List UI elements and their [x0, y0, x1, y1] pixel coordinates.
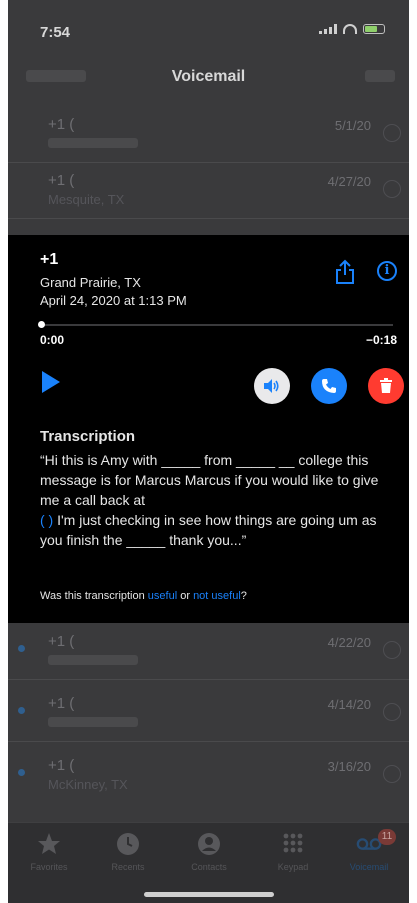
- voicemail-subtitle: [48, 655, 138, 665]
- speaker-icon: [264, 379, 279, 393]
- caller-location: Grand Prairie, TX: [40, 275, 141, 290]
- voicemail-row[interactable]: +1 ( 4/22/20: [8, 623, 409, 680]
- share-icon[interactable]: [333, 259, 357, 285]
- tab-recents[interactable]: Recents: [93, 831, 163, 872]
- info-icon[interactable]: [383, 641, 401, 659]
- tab-label: Contacts: [191, 862, 227, 872]
- keypad-icon: [280, 831, 306, 857]
- status-bar: 7:54: [8, 0, 409, 52]
- info-icon[interactable]: [383, 765, 401, 783]
- delete-button[interactable]: [368, 368, 404, 404]
- voicemail-row[interactable]: +1 ( Mesquite, TX 4/27/20: [8, 162, 409, 219]
- voicemail-badge: 11: [378, 829, 396, 845]
- voicemail-subtitle: Mesquite, TX: [48, 192, 125, 207]
- unread-dot: [18, 645, 25, 652]
- scrubber-handle[interactable]: [38, 321, 45, 328]
- voicemail-datetime: April 24, 2020 at 1:13 PM: [40, 293, 187, 308]
- voicemail-caller: +1 (: [48, 757, 75, 774]
- tab-label: Voicemail: [349, 862, 389, 872]
- voicemail-date: 4/22/20: [327, 635, 371, 650]
- play-icon[interactable]: [42, 371, 60, 393]
- transcription-text: “Hi this is Amy with _____ from _____ __…: [40, 452, 379, 548]
- voicemail-subtitle: McKinney, TX: [48, 777, 128, 792]
- tab-keypad[interactable]: Keypad: [258, 831, 328, 872]
- transcription-feedback: Was this transcription useful or not use…: [40, 590, 247, 602]
- wifi-icon: [343, 24, 357, 34]
- status-icons: [319, 24, 385, 34]
- call-back-button[interactable]: [311, 368, 347, 404]
- voicemail-caller: +1 (: [48, 172, 75, 189]
- playback-scrubber[interactable]: [40, 324, 393, 326]
- page-title: Voicemail: [171, 68, 246, 85]
- transcription-title: Transcription: [40, 428, 136, 445]
- phone-screen: 7:54 Voicemail +1 ( 5/1/20 +1 ( Mesquite…: [8, 0, 409, 903]
- phone-icon: [322, 379, 336, 393]
- voicemail-subtitle: [48, 717, 138, 727]
- voicemail-caller: +1 (: [48, 116, 75, 133]
- speaker-button[interactable]: [254, 368, 290, 404]
- voicemail-date: 4/27/20: [327, 174, 371, 189]
- voicemail-caller: +1 (: [48, 633, 75, 650]
- voicemail-subtitle: [48, 138, 138, 148]
- remaining-time: −0:18: [365, 333, 397, 347]
- tab-favorites[interactable]: Favorites: [14, 831, 84, 872]
- info-icon[interactable]: [383, 124, 401, 142]
- tab-bar: Favorites Recents Contacts Keypad 11 Voi…: [8, 822, 409, 903]
- voicemail-row[interactable]: +1 ( 4/14/20: [8, 685, 409, 742]
- not-useful-link[interactable]: not useful: [193, 590, 241, 602]
- unread-dot: [18, 769, 25, 776]
- info-icon[interactable]: [383, 703, 401, 721]
- useful-link[interactable]: useful: [148, 590, 177, 602]
- trash-icon: [380, 378, 392, 393]
- star-icon: [36, 831, 62, 857]
- tab-label: Recents: [111, 862, 145, 872]
- tab-label: Favorites: [30, 862, 68, 872]
- caller-number: +1: [40, 251, 59, 268]
- elapsed-time: 0:00: [40, 333, 65, 347]
- battery-icon: [363, 24, 385, 34]
- voicemail-date: 4/14/20: [327, 697, 371, 712]
- status-time: 7:54: [40, 24, 71, 41]
- edit-button[interactable]: [365, 70, 395, 82]
- unread-dot: [18, 707, 25, 714]
- expanded-voicemail: +1 Grand Prairie, TX April 24, 2020 at 1…: [8, 235, 409, 623]
- home-indicator[interactable]: [144, 892, 274, 897]
- voicemail-row[interactable]: +1 ( McKinney, TX 3/16/20: [8, 747, 409, 803]
- info-icon[interactable]: [383, 180, 401, 198]
- person-icon: [196, 831, 222, 857]
- phone-number-link[interactable]: ( ): [40, 512, 53, 528]
- tab-contacts[interactable]: Contacts: [174, 831, 244, 872]
- voicemail-date: 3/16/20: [327, 759, 371, 774]
- info-icon[interactable]: i: [377, 261, 397, 281]
- signal-icon: [319, 24, 337, 34]
- clock-icon: [115, 831, 141, 857]
- voicemail-row[interactable]: +1 ( 5/1/20: [8, 106, 409, 163]
- voicemail-caller: +1 (: [48, 695, 75, 712]
- tab-voicemail[interactable]: 11 Voicemail: [334, 829, 404, 872]
- tab-label: Keypad: [277, 862, 309, 872]
- voicemail-date: 5/1/20: [334, 118, 371, 133]
